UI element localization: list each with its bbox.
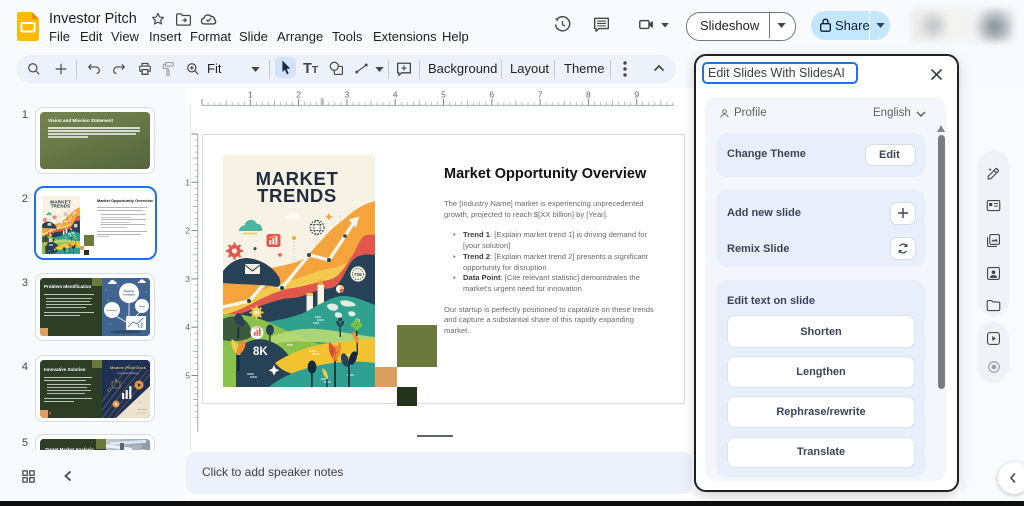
svg-text:TRENDS: TRENDS — [257, 185, 337, 206]
svg-text:8: 8 — [586, 90, 591, 100]
svg-text:3: 3 — [185, 274, 190, 284]
svg-text:1: 1 — [248, 90, 253, 100]
svg-text:1: 1 — [185, 177, 190, 187]
svg-text:Negative: Negative — [124, 289, 135, 293]
svg-text:Feedback: Feedback — [123, 293, 136, 297]
svg-text:7: 7 — [538, 90, 543, 100]
svg-text:9: 9 — [634, 90, 639, 100]
svg-text:TSE: TSE — [354, 272, 362, 277]
svg-text:10%: 10% — [254, 326, 260, 330]
svg-text:8K: 8K — [253, 346, 268, 358]
svg-text:2: 2 — [185, 226, 190, 236]
svg-text:6: 6 — [489, 90, 494, 100]
svg-text:In persona: In persona — [138, 409, 147, 411]
svg-text:5: 5 — [441, 90, 446, 100]
svg-text:Modern Pitch Deck: Modern Pitch Deck — [110, 365, 147, 370]
svg-text:Target: Target — [139, 305, 146, 308]
svg-text:4: 4 — [185, 322, 190, 332]
svg-text:Corporate Meeting: Corporate Meeting — [117, 371, 139, 375]
svg-text:4: 4 — [393, 90, 398, 100]
svg-text:Ineffective: Ineffective — [107, 309, 119, 312]
svg-text:3: 3 — [345, 90, 350, 100]
svg-text:2: 2 — [296, 90, 301, 100]
svg-text:5: 5 — [185, 371, 190, 381]
